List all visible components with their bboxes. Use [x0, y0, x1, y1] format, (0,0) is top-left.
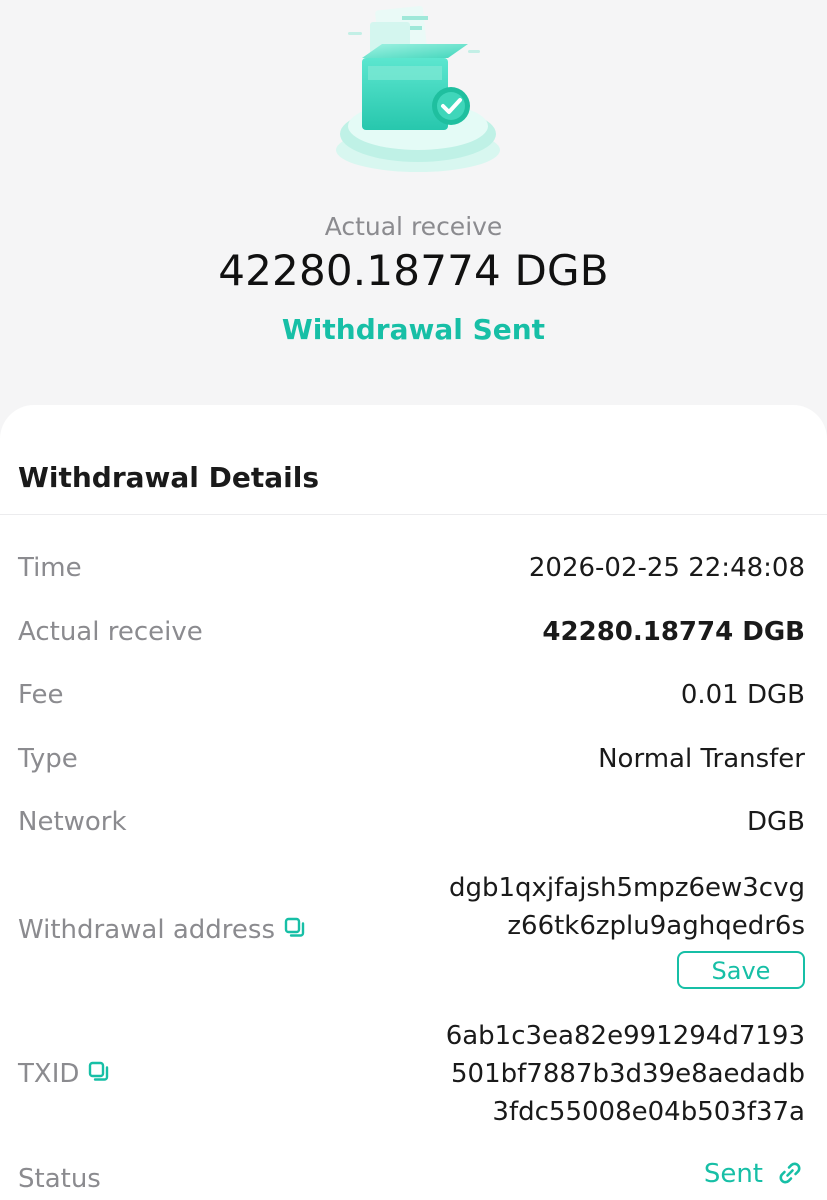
fee-label: Fee — [18, 680, 64, 710]
actual-receive-row-value: 42280.18774 DGB — [542, 617, 805, 647]
type-value: Normal Transfer — [598, 744, 805, 774]
fee-value: 0.01 DGB — [680, 680, 805, 710]
status-value-link[interactable]: Sent — [704, 1157, 805, 1191]
txid-label: TXID — [18, 1059, 80, 1089]
withdrawal-summary: Actual receive 42280.18774 DGB Withdrawa… — [0, 0, 827, 410]
actual-receive-label: Actual receive — [324, 212, 503, 241]
network-value: DGB — [746, 807, 805, 837]
txid-line-1: 6ab1c3ea82e991294d7193 — [445, 1021, 805, 1051]
time-value: 2026-02-25 22:48:08 — [528, 553, 805, 583]
copy-icon[interactable] — [283, 916, 307, 940]
divider — [0, 514, 827, 515]
type-label: Type — [18, 744, 78, 774]
txid-row: TXID — [18, 1057, 111, 1091]
withdrawal-address-label: Withdrawal address — [18, 915, 275, 945]
withdrawal-details-card: Withdrawal Details Time 2026-02-25 22:48… — [0, 405, 827, 1200]
txid-line-2: 501bf7887b3d39e8aedadb — [451, 1059, 805, 1089]
time-label: Time — [18, 553, 82, 583]
actual-receive-amount: 42280.18774 DGB — [218, 246, 609, 295]
txid-line-3: 3fdc55008e04b503f37a — [492, 1097, 805, 1127]
withdrawal-address-row: Withdrawal address — [18, 913, 307, 947]
withdrawal-status-text: Withdrawal Sent — [281, 313, 546, 346]
save-address-button[interactable]: Save — [677, 951, 805, 989]
actual-receive-row-label: Actual receive — [18, 617, 203, 647]
status-label: Status — [18, 1164, 101, 1194]
withdrawal-address-value: dgb1qxjfajsh5mpz6ew3cvg z66tk6zplu9aghqe… — [449, 869, 805, 945]
withdrawal-address-line-1: dgb1qxjfajsh5mpz6ew3cvg — [448, 873, 805, 903]
copy-icon[interactable] — [87, 1060, 111, 1084]
txid-value: 6ab1c3ea82e991294d7193 501bf7887b3d39e8a… — [446, 1017, 805, 1131]
network-label: Network — [18, 807, 127, 837]
link-icon[interactable] — [775, 1158, 805, 1188]
box-with-checkmark-icon — [336, 5, 500, 172]
status-value: Sent — [703, 1159, 763, 1189]
withdrawal-details-title: Withdrawal Details — [18, 461, 320, 494]
withdrawal-address-line-2: z66tk6zplu9aghqedr6s — [507, 911, 805, 941]
